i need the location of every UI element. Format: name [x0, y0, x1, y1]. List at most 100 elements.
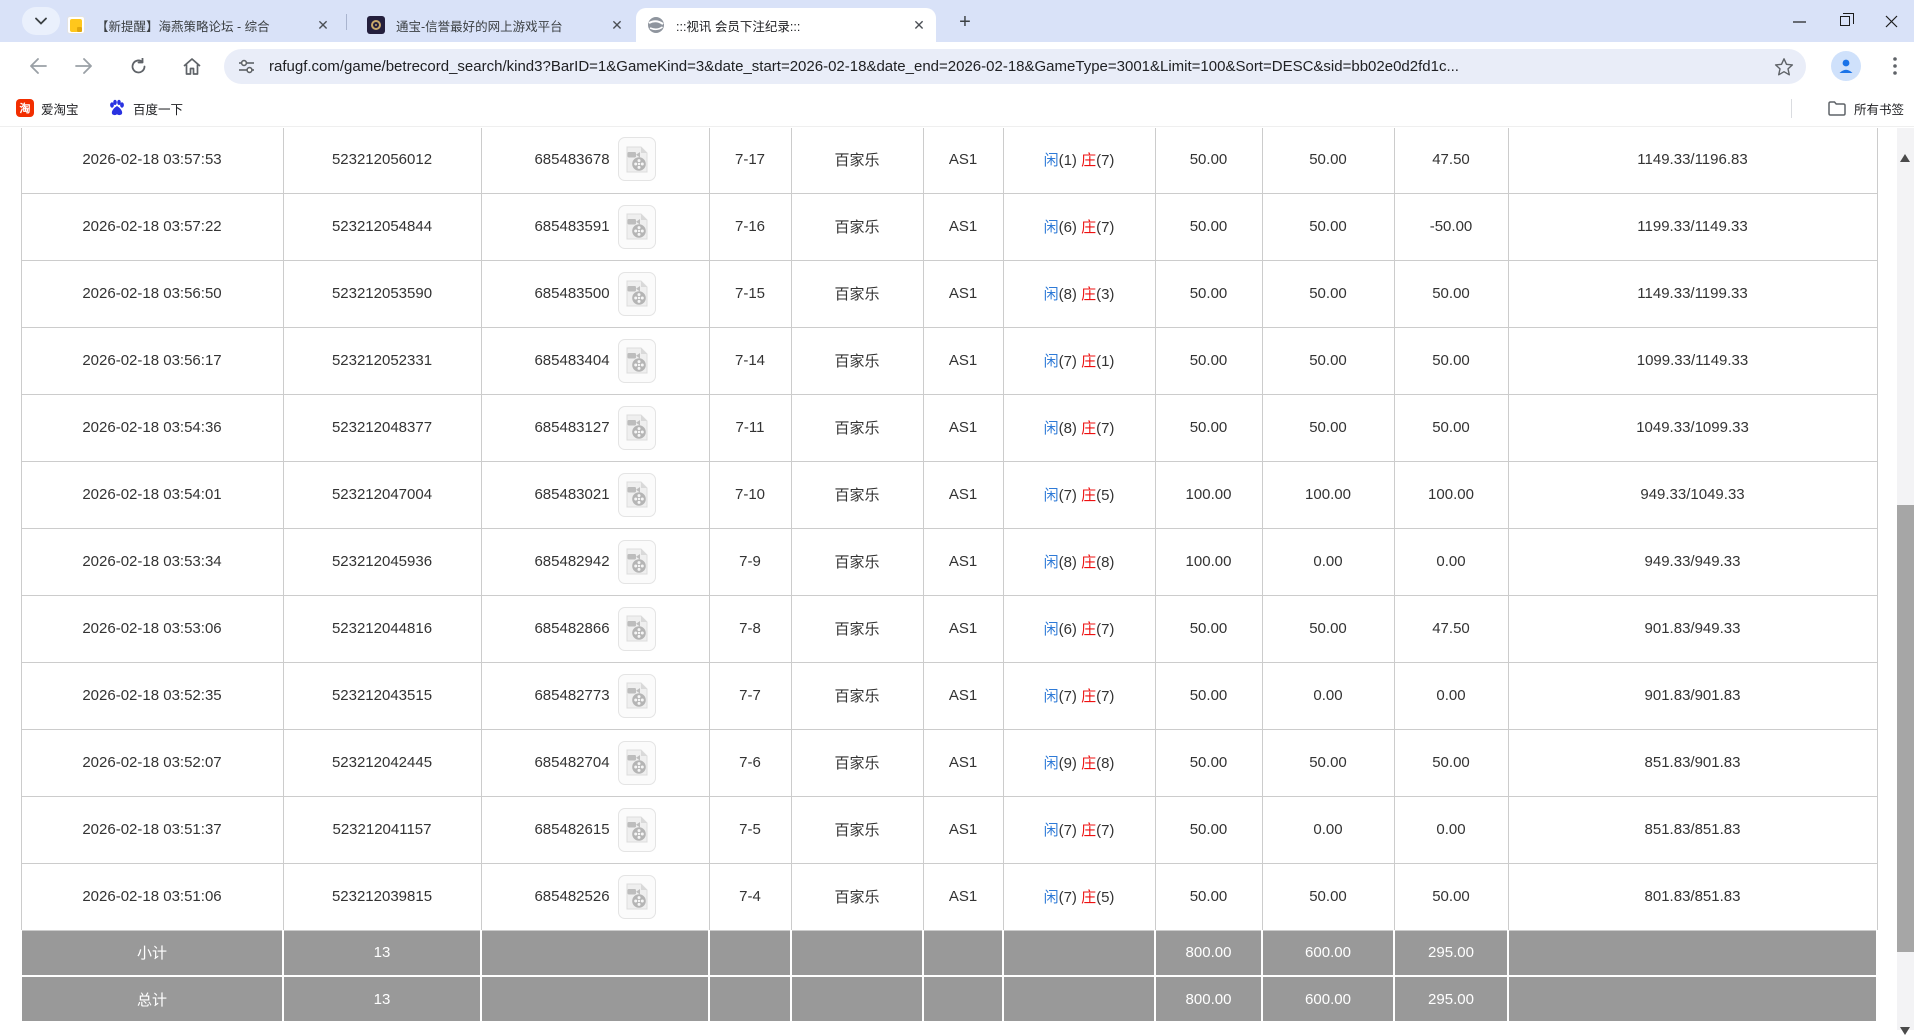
bet-number-cell: 523212043515: [283, 662, 481, 729]
bookmark-taobao[interactable]: 淘 爱淘宝: [8, 95, 87, 121]
tab-haiyan-forum[interactable]: 【新提醒】海燕策略论坛 - 综合 ✕: [56, 8, 340, 42]
video-replay-button[interactable]: [618, 473, 656, 517]
game-number: 685482704: [534, 754, 609, 771]
win-loss-cell: 0.00: [1394, 528, 1508, 595]
video-replay-button[interactable]: [618, 406, 656, 450]
round-cell: 7-4: [709, 863, 791, 930]
table-name-cell: AS1: [923, 327, 1003, 394]
tab-bet-records-active[interactable]: :::视讯 会员下注纪录::: ✕: [636, 8, 936, 42]
scroll-down-arrow-icon[interactable]: [1900, 1027, 1910, 1035]
player-label: 闲: [1044, 487, 1059, 504]
site-info-icon[interactable]: [238, 58, 255, 75]
video-replay-button[interactable]: [618, 607, 656, 651]
game-number: 685482866: [534, 620, 609, 637]
scrollbar-thumb[interactable]: [1897, 505, 1914, 952]
game-type-cell: 百家乐: [791, 662, 923, 729]
banker-points: (1): [1096, 353, 1114, 370]
bookmark-star-icon[interactable]: [1774, 57, 1794, 77]
result-cell: 闲(7) 庄(7): [1003, 662, 1155, 729]
bet-record-row: 2026-02-18 03:57:22523212054844685483591…: [21, 193, 1877, 260]
game-type-cell: 百家乐: [791, 528, 923, 595]
valid-amount-cell: 50.00: [1262, 595, 1394, 662]
game-type-cell: 百家乐: [791, 863, 923, 930]
banker-label: 庄: [1081, 420, 1096, 437]
player-label: 闲: [1044, 554, 1059, 571]
menu-kebab-icon[interactable]: [1880, 51, 1910, 81]
video-replay-button[interactable]: [618, 540, 656, 584]
close-icon[interactable]: ✕: [314, 16, 332, 34]
forward-button[interactable]: [68, 50, 100, 82]
subtotal-bet: 800.00: [1155, 930, 1262, 976]
close-window-button[interactable]: [1868, 0, 1914, 42]
balance-cell: 851.83/851.83: [1508, 796, 1877, 863]
player-points: (8): [1059, 420, 1082, 437]
game-number-wrap: 685483678: [482, 128, 709, 193]
new-tab-button[interactable]: +: [952, 9, 978, 35]
folder-icon: [1828, 101, 1846, 116]
tab-search-button[interactable]: [22, 7, 60, 35]
bet-amount-cell: 50.00: [1155, 394, 1262, 461]
valid-amount-cell: 50.00: [1262, 327, 1394, 394]
balance-cell: 949.33/1049.33: [1508, 461, 1877, 528]
bet-number-cell: 523212056012: [283, 128, 481, 193]
round-cell: 7-15: [709, 260, 791, 327]
win-loss-cell: 50.00: [1394, 260, 1508, 327]
video-replay-button[interactable]: [618, 741, 656, 785]
valid-amount-cell: 0.00: [1262, 528, 1394, 595]
video-replay-button[interactable]: [618, 808, 656, 852]
player-label: 闲: [1044, 152, 1059, 169]
video-replay-icon: [626, 213, 648, 240]
round-cell: 7-9: [709, 528, 791, 595]
tab-favicon-dark: [366, 15, 386, 35]
tab-separator: [346, 14, 347, 30]
home-button[interactable]: [176, 50, 208, 82]
player-points: (6): [1059, 621, 1082, 638]
table-name-cell: AS1: [923, 193, 1003, 260]
all-bookmarks-button[interactable]: 所有书签: [1828, 95, 1904, 121]
player-label: 闲: [1044, 621, 1059, 638]
result-cell: 闲(1) 庄(7): [1003, 128, 1155, 193]
bookmark-label: 爱淘宝: [41, 99, 79, 118]
video-replay-button[interactable]: [618, 339, 656, 383]
bookmark-baidu[interactable]: 百度一下: [100, 95, 191, 121]
bet-time-cell: 2026-02-18 03:54:01: [21, 461, 283, 528]
reload-button[interactable]: [122, 50, 154, 82]
bet-number-cell: 523212053590: [283, 260, 481, 327]
win-loss-cell: 100.00: [1394, 461, 1508, 528]
player-label: 闲: [1044, 420, 1059, 437]
valid-amount-cell: 0.00: [1262, 796, 1394, 863]
table-name-cell: AS1: [923, 394, 1003, 461]
banker-points: (7): [1096, 822, 1114, 839]
bet-time-cell: 2026-02-18 03:56:50: [21, 260, 283, 327]
video-replay-button[interactable]: [618, 674, 656, 718]
game-number-cell: 685483127: [481, 394, 709, 461]
game-type-cell: 百家乐: [791, 193, 923, 260]
tab-tongbao-platform[interactable]: 通宝-信誉最好的网上游戏平台 ✕: [356, 8, 634, 42]
video-replay-button[interactable]: [618, 137, 656, 181]
banker-label: 庄: [1081, 554, 1096, 571]
bet-records-table: 2026-02-18 03:57:53523212056012685483678…: [20, 128, 1878, 1023]
total-valid: 600.00: [1262, 976, 1394, 1022]
bet-amount-cell: 100.00: [1155, 461, 1262, 528]
browser-toolbar: rafugf.com/game/betrecord_search/kind3?B…: [0, 42, 1914, 90]
restore-button[interactable]: [1822, 0, 1868, 42]
video-replay-button[interactable]: [618, 272, 656, 316]
vertical-scrollbar[interactable]: [1897, 128, 1914, 1030]
video-replay-button[interactable]: [618, 205, 656, 249]
address-bar[interactable]: rafugf.com/game/betrecord_search/kind3?B…: [224, 49, 1806, 84]
profile-avatar[interactable]: [1831, 51, 1861, 81]
scroll-up-arrow-icon[interactable]: [1900, 154, 1910, 162]
video-replay-button[interactable]: [618, 875, 656, 919]
game-number: 685482526: [534, 888, 609, 905]
close-icon[interactable]: ✕: [608, 16, 626, 34]
bookmarks-bar: 淘 爱淘宝 百度一下 所有书签: [0, 90, 1914, 127]
game-number-wrap: 685482704: [482, 730, 709, 796]
minimize-button[interactable]: [1776, 0, 1822, 42]
banker-label: 庄: [1081, 621, 1096, 638]
close-icon[interactable]: ✕: [910, 16, 928, 34]
subtotal-valid: 600.00: [1262, 930, 1394, 976]
all-bookmarks-label: 所有书签: [1854, 99, 1904, 118]
back-button[interactable]: [22, 50, 54, 82]
bet-number-cell: 523212041157: [283, 796, 481, 863]
banker-label: 庄: [1081, 219, 1096, 236]
